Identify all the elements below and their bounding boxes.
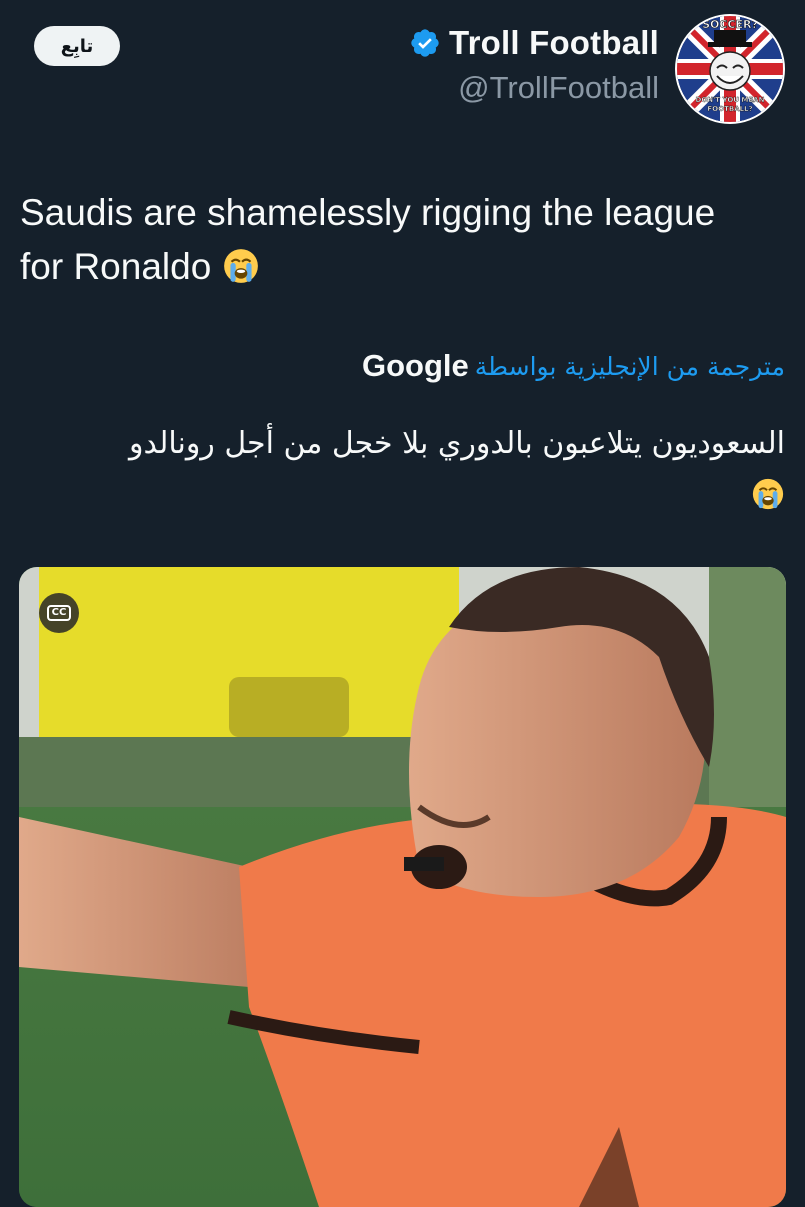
closed-captions-button[interactable]: CC bbox=[39, 593, 79, 633]
google-wordmark: Google bbox=[361, 348, 469, 383]
tweet-text: Saudis are shamelessly rigging the leagu… bbox=[20, 186, 720, 294]
loudly-crying-face-emoji bbox=[752, 478, 784, 510]
tweet-author: Troll Football @TrollFootball bbox=[409, 22, 659, 106]
tweet-video[interactable]: CC bbox=[19, 567, 786, 1207]
author-name-row: Troll Football bbox=[409, 22, 659, 64]
translation-attribution: مترجمة من الإنجليزية بواسطة Google bbox=[362, 348, 785, 384]
translated-from-label[interactable]: مترجمة من الإنجليزية بواسطة bbox=[475, 352, 785, 381]
verified-badge-icon bbox=[411, 29, 439, 57]
avatar-top-text: SOCCER? bbox=[702, 18, 758, 31]
follow-button[interactable]: تابِع bbox=[34, 26, 120, 66]
referee-video-frame bbox=[19, 567, 786, 1207]
author-handle[interactable]: @TrollFootball bbox=[409, 70, 659, 106]
avatar-bottom-text-2: FOOTBALL? bbox=[707, 105, 752, 113]
author-display-name[interactable]: Troll Football bbox=[449, 24, 659, 62]
author-avatar[interactable]: SOCCER? DON'T YOU MEAN FOOTBALL? bbox=[675, 14, 785, 124]
tweet-text-body: Saudis are shamelessly rigging the leagu… bbox=[20, 192, 716, 287]
union-jack-troll-face-logo: SOCCER? DON'T YOU MEAN FOOTBALL? bbox=[677, 16, 783, 122]
closed-captions-icon: CC bbox=[46, 605, 72, 621]
translated-text-body: السعوديون يتلاعبون بالدوري بلا خجل من أج… bbox=[128, 426, 785, 461]
avatar-bottom-text-1: DON'T YOU MEAN bbox=[696, 96, 765, 104]
loudly-crying-face-emoji bbox=[223, 249, 258, 283]
translated-tweet-text: السعوديون يتلاعبون بالدوري بلا خجل من أج… bbox=[15, 418, 785, 522]
